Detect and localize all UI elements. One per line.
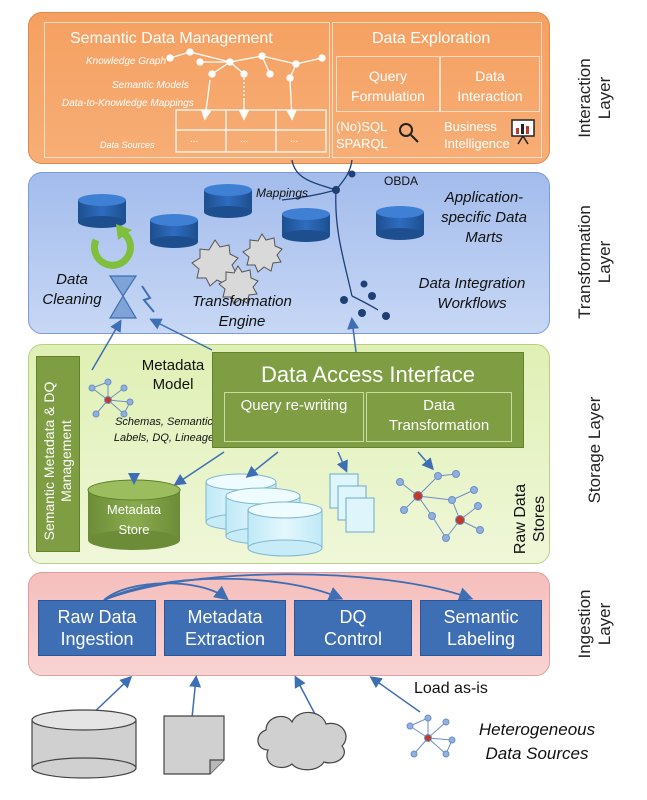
heterogeneous-sources-label: Heterogeneous Data Sources (478, 720, 596, 763)
cloud-source-icon (257, 711, 347, 771)
query-rewriting-label: Query re-writing (240, 397, 348, 414)
obda-label: OBDA (384, 174, 419, 188)
transformation-engine-label: Transformation Engine (192, 293, 292, 330)
integration-workflows-label: Data Integration Workflows (418, 275, 526, 312)
mappings-label-transform: Mappings (256, 186, 309, 200)
raw-data-graph-icon (396, 470, 484, 542)
data-sources-label: Data Sources (100, 140, 155, 150)
query-formulation-label: Query Formulation (351, 68, 425, 104)
document-stack-icon (329, 473, 375, 533)
semantic-labeling-box: Semantic Labeling (420, 600, 542, 656)
raw-data-ingestion-box: Raw Data Ingestion (38, 600, 156, 656)
dq-control-box: DQ Control (294, 600, 412, 656)
knowledge-graph-label: Knowledge Graph (86, 56, 167, 67)
semantic-metadata-label: Semantic Metadata & DQ Management (41, 381, 74, 541)
data-cleaning-label: Data Cleaning (42, 271, 102, 308)
semantic-data-management-title: Semantic Data Management (70, 30, 273, 47)
metadata-model-graph-icon (88, 378, 134, 418)
data-transformation-label: Data Transformation (388, 397, 490, 434)
nosql-sparql-label: (No)SQL SPARQL (336, 119, 388, 151)
data-interaction-label: Data Interaction (457, 68, 523, 104)
table-cell-2: ... (240, 134, 249, 145)
funnel-icon (108, 275, 138, 319)
semantic-models-label: Semantic Models (112, 80, 189, 91)
metadata-extraction-box: Metadata Extraction (164, 600, 286, 656)
heterogeneous-graph-icon (406, 714, 456, 758)
raw-data-stores-label: Raw Data Stores (512, 483, 548, 555)
business-intelligence-label: Business Intelligence (444, 119, 510, 151)
table-cell-3: ... (290, 134, 299, 145)
data-access-interface-title: Data Access Interface (261, 362, 475, 387)
metadata-model-label: Metadata Model (141, 357, 205, 393)
recycle-icon (90, 229, 134, 269)
metadata-store-label: Metadata Store (106, 502, 162, 537)
data-exploration-title: Data Exploration (372, 30, 491, 47)
document-source-icon (163, 715, 225, 775)
raw-data-cylinders (205, 473, 323, 557)
database-source-icon (31, 709, 137, 779)
load-as-is-label: Load as-is (414, 680, 488, 697)
lightning-icon (141, 285, 155, 313)
metadata-details-label: Schemas, Semantic Labels, DQ, Lineage (113, 416, 215, 444)
data-marts-label: Application-specific Data Marts (441, 189, 527, 246)
table-cell-1: ... (190, 134, 199, 145)
mappings-label: Data-to-Knowledge Mappings (62, 98, 194, 109)
